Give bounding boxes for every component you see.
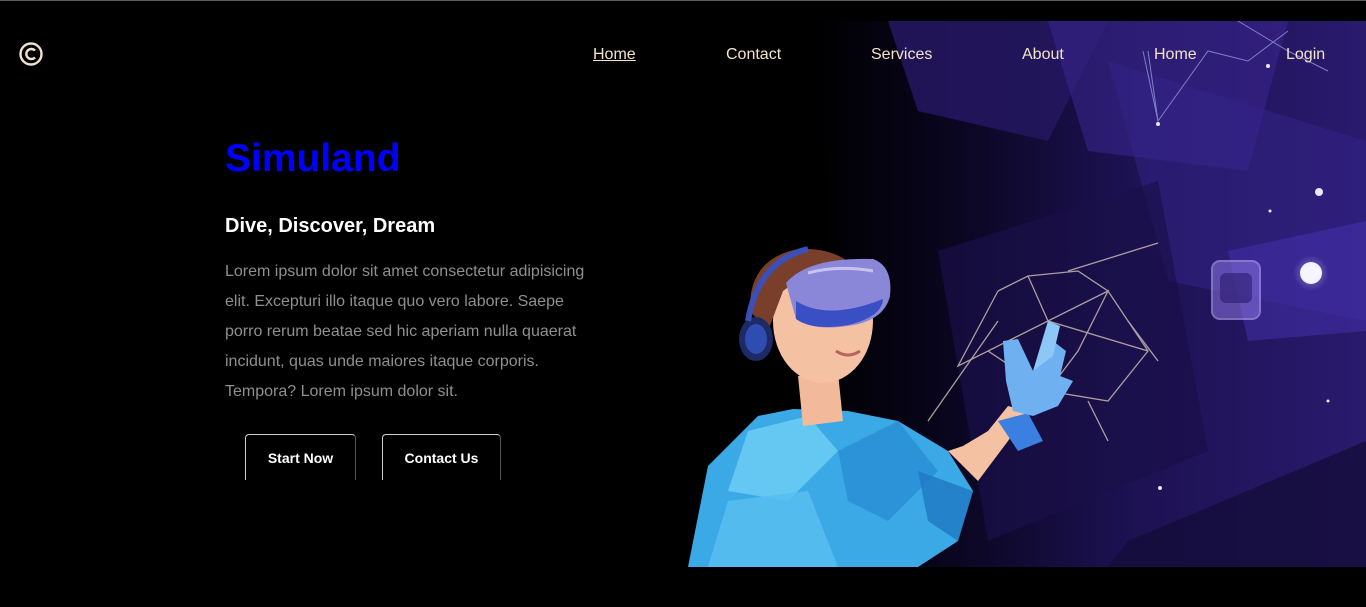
start-now-button[interactable]: Start Now: [245, 434, 356, 480]
nav-login[interactable]: Login: [1286, 46, 1325, 64]
nav-home-secondary[interactable]: Home: [1154, 46, 1197, 64]
vr-hero-illustration: [688, 21, 1366, 567]
hero-subtitle: Dive, Discover, Dream: [225, 215, 436, 237]
nav-home[interactable]: Home: [593, 46, 636, 64]
top-border: [0, 0, 1366, 1]
nav-services[interactable]: Services: [871, 46, 932, 64]
contact-us-button[interactable]: Contact Us: [382, 434, 501, 480]
nav-contact[interactable]: Contact: [726, 46, 781, 64]
nav-about[interactable]: About: [1022, 46, 1064, 64]
copyright-icon[interactable]: [18, 41, 44, 67]
hero-title: Simuland: [225, 137, 401, 180]
hero-description: Lorem ipsum dolor sit amet consectetur a…: [225, 263, 585, 400]
